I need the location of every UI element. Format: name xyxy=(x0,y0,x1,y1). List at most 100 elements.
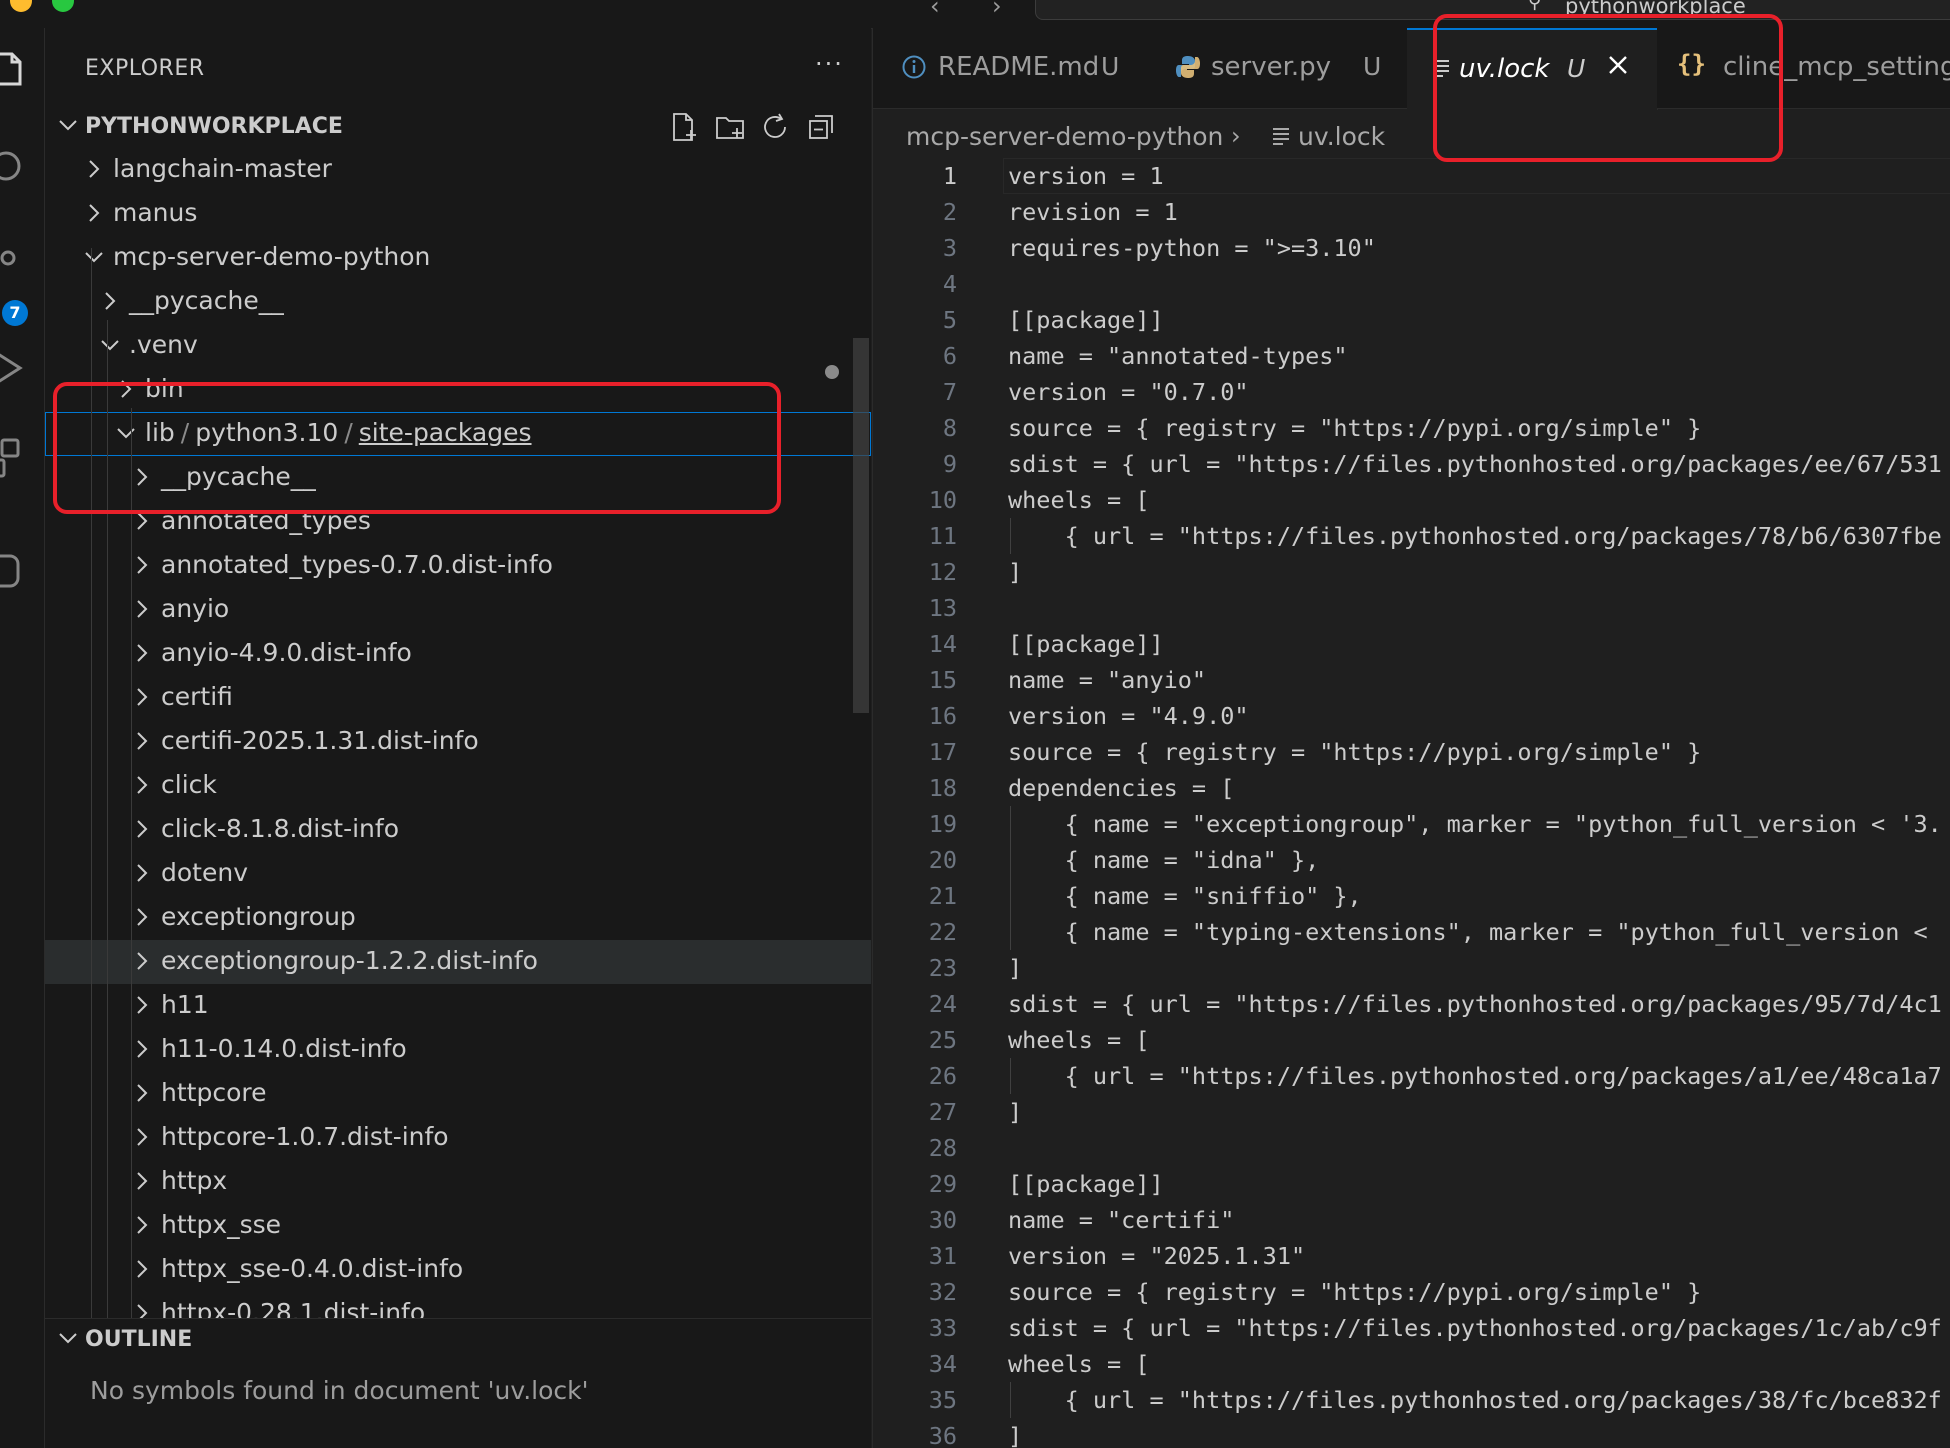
code-line[interactable]: ] xyxy=(1008,950,1022,986)
tree-item[interactable]: click xyxy=(45,764,871,808)
new-file-icon[interactable] xyxy=(667,110,701,144)
code-line[interactable]: sdist = { url = "https://files.pythonhos… xyxy=(1008,1310,1942,1346)
tree-item[interactable]: httpx_sse xyxy=(45,1204,871,1248)
untracked-marker: U xyxy=(1363,52,1382,81)
chevron-right-icon xyxy=(89,160,100,178)
minimize-window-button[interactable] xyxy=(10,0,32,12)
code-line[interactable]: { name = "typing-extensions", marker = "… xyxy=(1008,914,1942,950)
path-segment[interactable]: site-packages xyxy=(359,418,532,447)
tree-item[interactable]: certifi xyxy=(45,676,871,720)
path-segment[interactable]: python3.10 xyxy=(195,418,338,447)
tree-scrollbar[interactable] xyxy=(853,338,869,713)
more-actions-button[interactable]: ··· xyxy=(815,50,844,78)
code-line[interactable]: sdist = { url = "https://files.pythonhos… xyxy=(1008,446,1942,482)
tree-item[interactable]: httpx xyxy=(45,1160,871,1204)
code-line[interactable]: version = "0.7.0" xyxy=(1008,374,1249,410)
code-line[interactable]: { url = "https://files.pythonhosted.org/… xyxy=(1008,1382,1942,1418)
chevron-right-icon xyxy=(137,1216,148,1234)
code-line[interactable]: ] xyxy=(1008,554,1022,590)
code-line[interactable]: sdist = { url = "https://files.pythonhos… xyxy=(1008,986,1942,1022)
search-icon[interactable] xyxy=(0,148,40,188)
code-line[interactable]: { name = "exceptiongroup", marker = "pyt… xyxy=(1008,806,1942,842)
maximize-window-button[interactable] xyxy=(52,0,74,12)
chevron-right-icon xyxy=(137,1260,148,1278)
source-control-icon[interactable] xyxy=(0,250,40,290)
tree-item[interactable]: httpcore-1.0.7.dist-info xyxy=(45,1116,871,1160)
code-line[interactable]: name = "annotated-types" xyxy=(1008,338,1348,374)
tree-item-label: httpx-0.28.1.dist-info xyxy=(161,1298,426,1318)
code-line[interactable]: source = { registry = "https://pypi.org/… xyxy=(1008,410,1701,446)
code-line[interactable]: revision = 1 xyxy=(1008,194,1178,230)
code-line[interactable]: source = { registry = "https://pypi.org/… xyxy=(1008,1274,1701,1310)
code-line[interactable]: version = 1 xyxy=(1008,158,1164,194)
code-line[interactable]: name = "anyio" xyxy=(1008,662,1206,698)
code-line[interactable]: { name = "idna" }, xyxy=(1008,842,1320,878)
breadcrumb-file[interactable]: uv.lock xyxy=(1298,122,1385,151)
tab-server-py[interactable]: server.py U xyxy=(1141,28,1408,108)
code-line[interactable]: wheels = [ xyxy=(1008,482,1149,518)
tree-item[interactable]: bin xyxy=(45,368,871,412)
outline-header[interactable]: OUTLINE xyxy=(45,1318,871,1359)
tree-item[interactable]: h11-0.14.0.dist-info xyxy=(45,1028,871,1072)
code-line[interactable]: dependencies = [ xyxy=(1008,770,1234,806)
code-line[interactable]: source = { registry = "https://pypi.org/… xyxy=(1008,734,1701,770)
tree-item[interactable]: __pycache__ xyxy=(45,280,871,324)
tree-item[interactable]: lib / python3.10/site-packages xyxy=(45,412,871,456)
tree-item[interactable]: anyio xyxy=(45,588,871,632)
code-line[interactable]: [[package]] xyxy=(1008,1166,1164,1202)
path-separator: / xyxy=(180,418,190,447)
code-line[interactable]: [[package]] xyxy=(1008,626,1164,662)
new-folder-icon[interactable] xyxy=(713,110,747,144)
tree-item[interactable]: click-8.1.8.dist-info xyxy=(45,808,871,852)
code-line[interactable]: ] xyxy=(1008,1418,1022,1448)
code-line[interactable]: { url = "https://files.pythonhosted.org/… xyxy=(1008,518,1942,554)
tree-item[interactable]: dotenv xyxy=(45,852,871,896)
run-debug-icon[interactable] xyxy=(0,348,40,388)
tree-item[interactable]: exceptiongroup xyxy=(45,896,871,940)
line-number: 23 xyxy=(928,954,957,982)
tab-cline-mcp-settings[interactable]: {} cline_mcp_settings xyxy=(1657,28,1950,108)
tree-item[interactable]: httpx_sse-0.4.0.dist-info xyxy=(45,1248,871,1292)
tree-item[interactable]: httpcore xyxy=(45,1072,871,1116)
go-forward-icon[interactable]: › xyxy=(992,0,1002,20)
line-number: 11 xyxy=(928,522,957,550)
code-line[interactable]: wheels = [ xyxy=(1008,1022,1149,1058)
command-center[interactable] xyxy=(1035,0,1950,20)
code-line[interactable]: [[package]] xyxy=(1008,302,1164,338)
code-line[interactable]: { url = "https://files.pythonhosted.org/… xyxy=(1008,1058,1942,1094)
code-line[interactable]: version = "2025.1.31" xyxy=(1008,1238,1305,1274)
close-icon[interactable] xyxy=(1605,52,1631,78)
go-back-icon[interactable]: ‹ xyxy=(930,0,940,20)
tab-uv-lock[interactable]: uv.lock U xyxy=(1407,28,1658,110)
tab-readme[interactable]: README.md U xyxy=(873,28,1142,108)
path-segment[interactable]: lib xyxy=(145,418,175,447)
extensions-icon[interactable] xyxy=(0,438,40,478)
tree-item[interactable]: annotated_types xyxy=(45,500,871,544)
tree-item[interactable]: h11 xyxy=(45,984,871,1028)
workspace-header[interactable]: PYTHONWORKPLACE xyxy=(45,108,871,148)
code-line[interactable]: version = "4.9.0" xyxy=(1008,698,1249,734)
code-editor[interactable]: 1 version = 1 2 revision = 1 3 requires-pytho… xyxy=(873,158,1950,1448)
code-line[interactable]: requires-python = ">=3.10" xyxy=(1008,230,1376,266)
chevron-right-icon: › xyxy=(1231,122,1241,150)
tree-item[interactable]: anyio-4.9.0.dist-info xyxy=(45,632,871,676)
breadcrumb-folder[interactable]: mcp-server-demo-python xyxy=(906,122,1223,151)
tree-item[interactable]: __pycache__ xyxy=(45,456,871,500)
code-line[interactable]: wheels = [ xyxy=(1008,1346,1149,1382)
tree-item[interactable]: certifi-2025.1.31.dist-info xyxy=(45,720,871,764)
tree-item[interactable]: .venv xyxy=(45,324,871,368)
code-line[interactable]: ] xyxy=(1008,1094,1022,1130)
tree-item[interactable]: exceptiongroup-1.2.2.dist-info xyxy=(45,940,871,984)
tree-item[interactable]: mcp-server-demo-python xyxy=(45,236,871,280)
tree-item[interactable]: manus xyxy=(45,192,871,236)
tree-item[interactable]: annotated_types-0.7.0.dist-info xyxy=(45,544,871,588)
code-line[interactable]: name = "certifi" xyxy=(1008,1202,1234,1238)
tree-item-label: annotated_types xyxy=(161,506,371,535)
tree-item[interactable]: httpx-0.28.1.dist-info xyxy=(45,1292,871,1318)
explorer-files-icon[interactable] xyxy=(0,50,40,90)
code-line[interactable]: { name = "sniffio" }, xyxy=(1008,878,1362,914)
remote-explorer-icon[interactable] xyxy=(0,550,40,590)
refresh-icon[interactable] xyxy=(759,110,793,144)
collapse-all-icon[interactable] xyxy=(805,110,839,144)
tree-item[interactable]: langchain-master xyxy=(45,148,871,192)
